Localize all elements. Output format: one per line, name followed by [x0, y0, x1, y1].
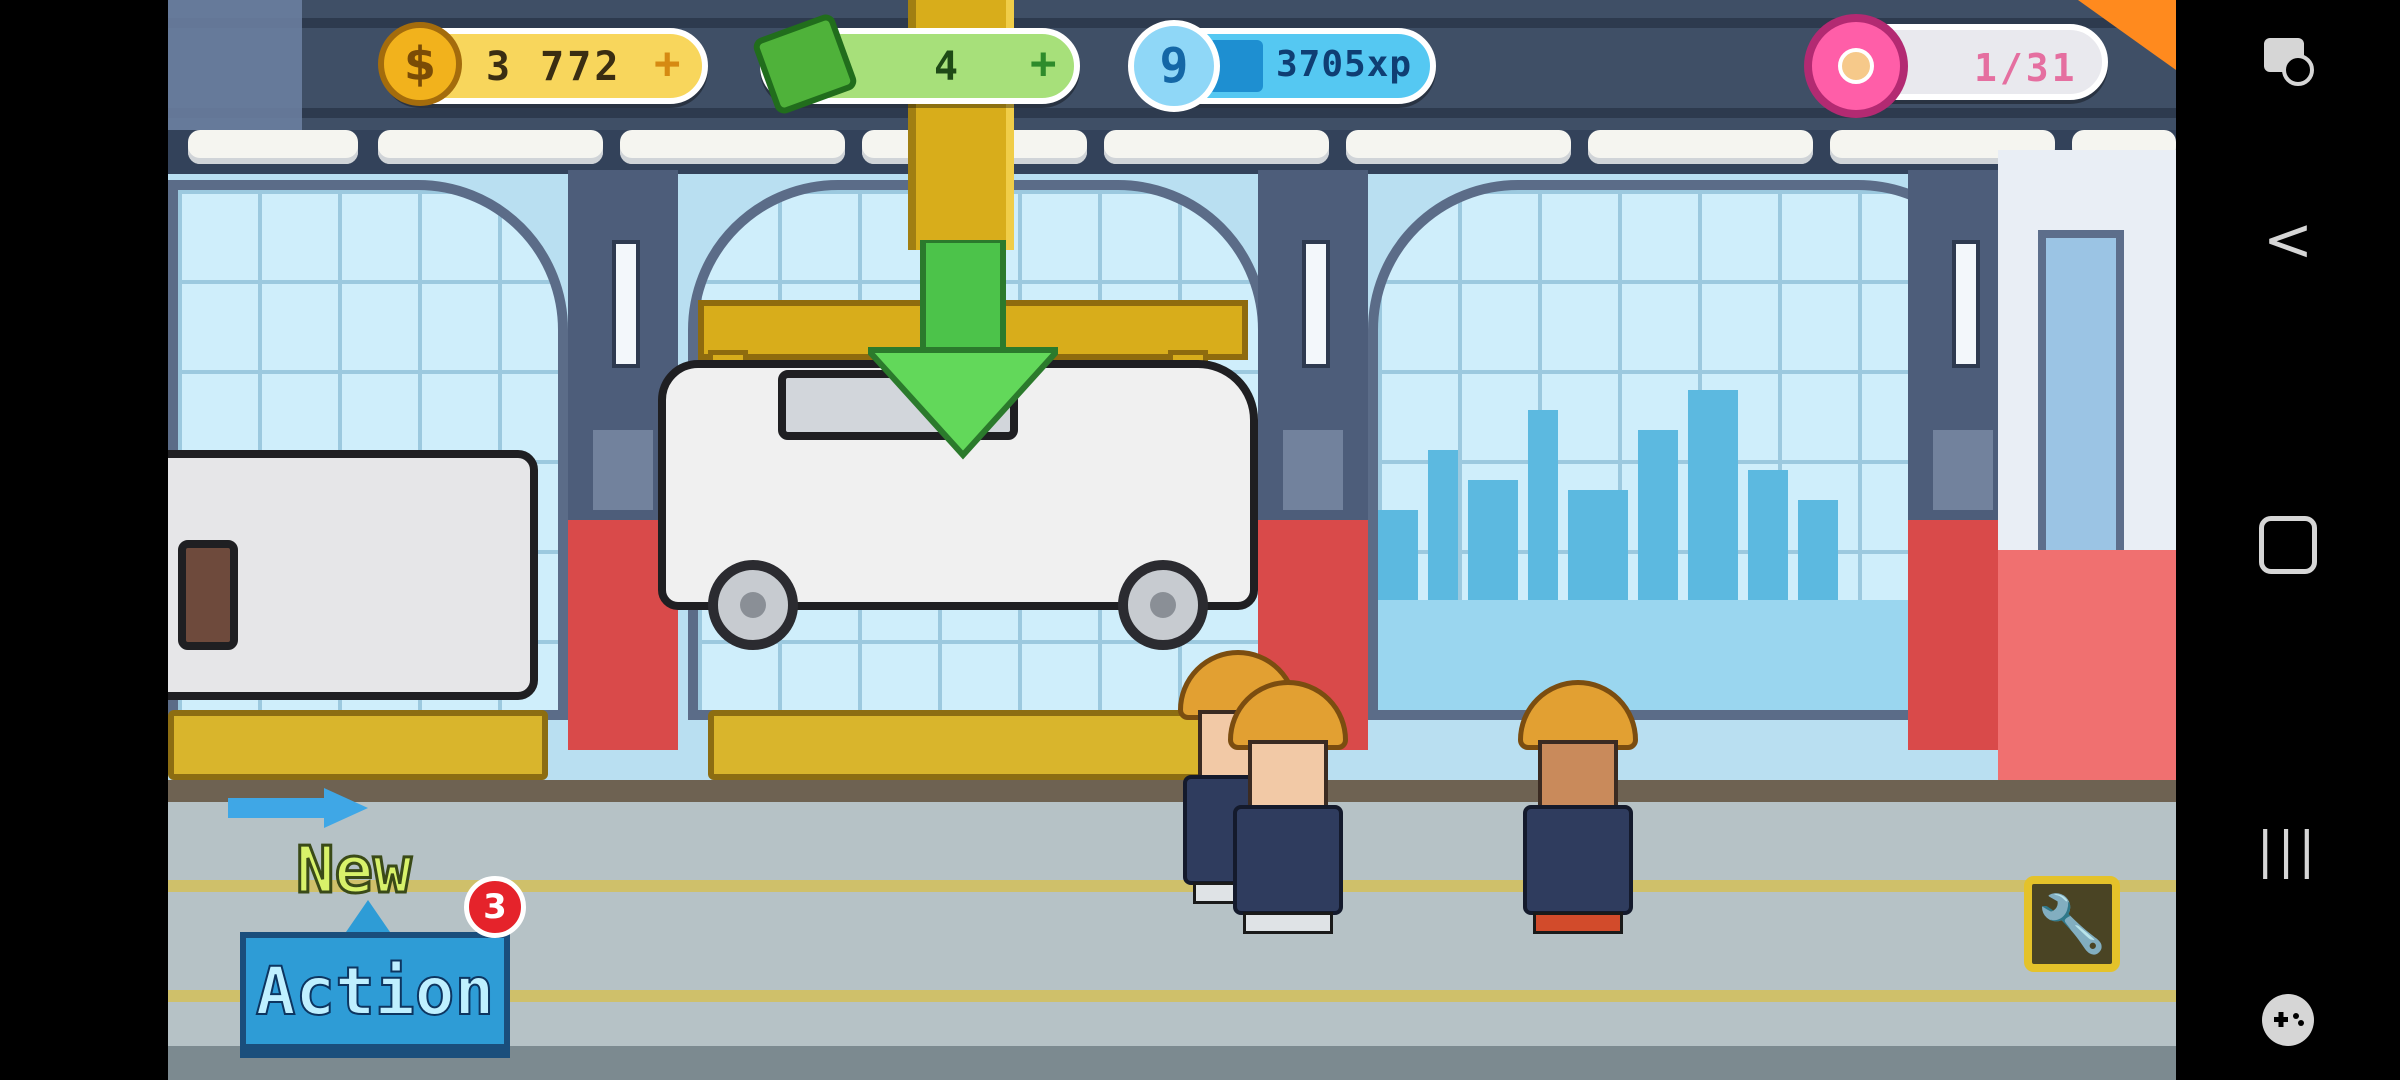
- wrench-button[interactable]: 🔧: [2024, 876, 2120, 972]
- cash-value: 4: [934, 44, 962, 90]
- water-reflection: [1378, 600, 1998, 710]
- donuts-value: 1/31: [1974, 46, 2078, 90]
- action-button[interactable]: Action: [240, 932, 510, 1050]
- drop-arrow-icon[interactable]: [868, 240, 1058, 460]
- side-wall: [1998, 150, 2176, 820]
- car-wheel: [1118, 560, 1208, 650]
- home-icon[interactable]: [2248, 505, 2328, 585]
- screenshot-icon[interactable]: [2248, 20, 2328, 100]
- player-avatar[interactable]: [168, 0, 302, 130]
- add-coins-button[interactable]: +: [654, 38, 681, 89]
- coins-value: 3 772: [486, 44, 622, 90]
- back-icon[interactable]: <: [2248, 200, 2328, 280]
- notification-badge: 3: [464, 876, 526, 938]
- city-skyline: [1378, 380, 1838, 600]
- dollar-coin-icon: $: [378, 22, 462, 106]
- conveyor-belt: [708, 710, 1228, 780]
- action-notch: [346, 900, 390, 932]
- game-viewport[interactable]: $ 3 772 + 4 + 9 3705xp 1/31 New Action 3…: [168, 0, 2176, 1080]
- xp-star-icon: 9: [1128, 20, 1220, 112]
- worker-character-bearded[interactable]: [1508, 680, 1648, 940]
- arrow-right-icon: [228, 788, 368, 828]
- ceiling-rail: [168, 130, 2176, 174]
- conveyor-belt: [168, 710, 548, 780]
- add-cash-button[interactable]: +: [1030, 38, 1057, 89]
- game-controls-icon[interactable]: [2248, 980, 2328, 1060]
- worker-character[interactable]: [1218, 680, 1358, 940]
- recents-icon[interactable]: |||: [2248, 810, 2328, 890]
- car-wheel: [708, 560, 798, 650]
- system-nav-bar: < |||: [2176, 0, 2400, 1080]
- wrench-icon: 🔧: [2037, 892, 2107, 957]
- xp-value: 3705xp: [1276, 44, 1413, 85]
- car-seat: [178, 540, 238, 650]
- donut-icon: [1804, 14, 1908, 118]
- new-label: New: [295, 833, 414, 910]
